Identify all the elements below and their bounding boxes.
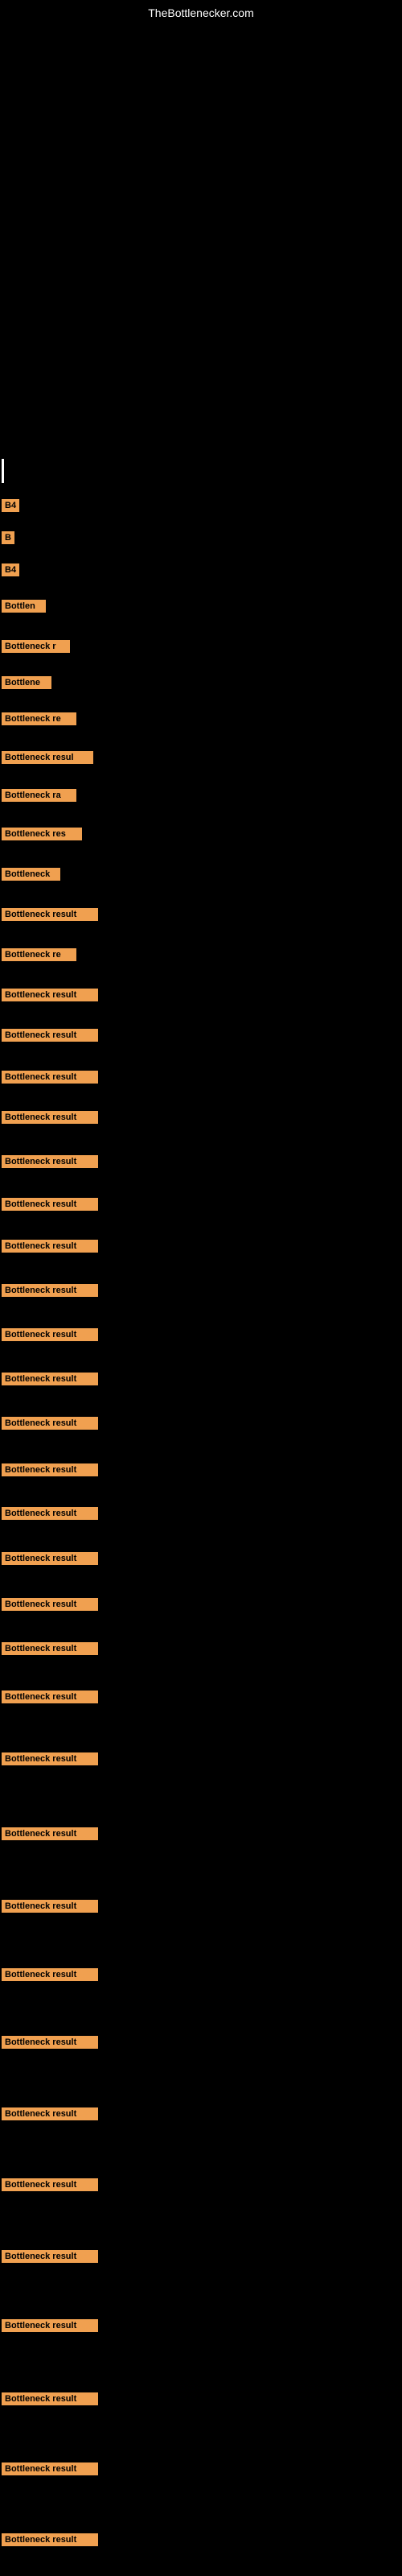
label-6: Bottlene bbox=[2, 676, 51, 689]
label-4: Bottlen bbox=[2, 600, 46, 613]
label-27: Bottleneck result bbox=[2, 1552, 98, 1565]
label-33: Bottleneck result bbox=[2, 1900, 98, 1913]
label-20: Bottleneck result bbox=[2, 1240, 98, 1253]
label-41: Bottleneck result bbox=[2, 2462, 98, 2475]
label-13: Bottleneck re bbox=[2, 948, 76, 961]
label-17: Bottleneck result bbox=[2, 1111, 98, 1124]
label-22: Bottleneck result bbox=[2, 1328, 98, 1341]
label-29: Bottleneck result bbox=[2, 1642, 98, 1655]
label-10: Bottleneck res bbox=[2, 828, 82, 840]
label-34: Bottleneck result bbox=[2, 1968, 98, 1981]
label-36: Bottleneck result bbox=[2, 2107, 98, 2120]
label-37: Bottleneck result bbox=[2, 2178, 98, 2191]
label-3: B4 bbox=[2, 564, 19, 576]
label-42: Bottleneck result bbox=[2, 2533, 98, 2546]
label-5: Bottleneck r bbox=[2, 640, 70, 653]
label-40: Bottleneck result bbox=[2, 2392, 98, 2405]
label-7: Bottleneck re bbox=[2, 712, 76, 725]
label-26: Bottleneck result bbox=[2, 1507, 98, 1520]
label-39: Bottleneck result bbox=[2, 2319, 98, 2332]
site-title: TheBottlenecker.com bbox=[148, 6, 254, 19]
label-16: Bottleneck result bbox=[2, 1071, 98, 1084]
label-15: Bottleneck result bbox=[2, 1029, 98, 1042]
label-30: Bottleneck result bbox=[2, 1690, 98, 1703]
label-32: Bottleneck result bbox=[2, 1827, 98, 1840]
label-9: Bottleneck ra bbox=[2, 789, 76, 802]
label-8: Bottleneck resul bbox=[2, 751, 93, 764]
label-28: Bottleneck result bbox=[2, 1598, 98, 1611]
label-21: Bottleneck result bbox=[2, 1284, 98, 1297]
label-2: B bbox=[2, 531, 14, 544]
label-23: Bottleneck result bbox=[2, 1373, 98, 1385]
label-11: Bottleneck bbox=[2, 868, 60, 881]
label-12: Bottleneck result bbox=[2, 908, 98, 921]
label-25: Bottleneck result bbox=[2, 1463, 98, 1476]
label-19: Bottleneck result bbox=[2, 1198, 98, 1211]
text-cursor bbox=[2, 459, 4, 483]
label-31: Bottleneck result bbox=[2, 1752, 98, 1765]
label-14: Bottleneck result bbox=[2, 989, 98, 1001]
label-18: Bottleneck result bbox=[2, 1155, 98, 1168]
label-1: B4 bbox=[2, 499, 19, 512]
label-38: Bottleneck result bbox=[2, 2250, 98, 2263]
label-35: Bottleneck result bbox=[2, 2036, 98, 2049]
label-24: Bottleneck result bbox=[2, 1417, 98, 1430]
